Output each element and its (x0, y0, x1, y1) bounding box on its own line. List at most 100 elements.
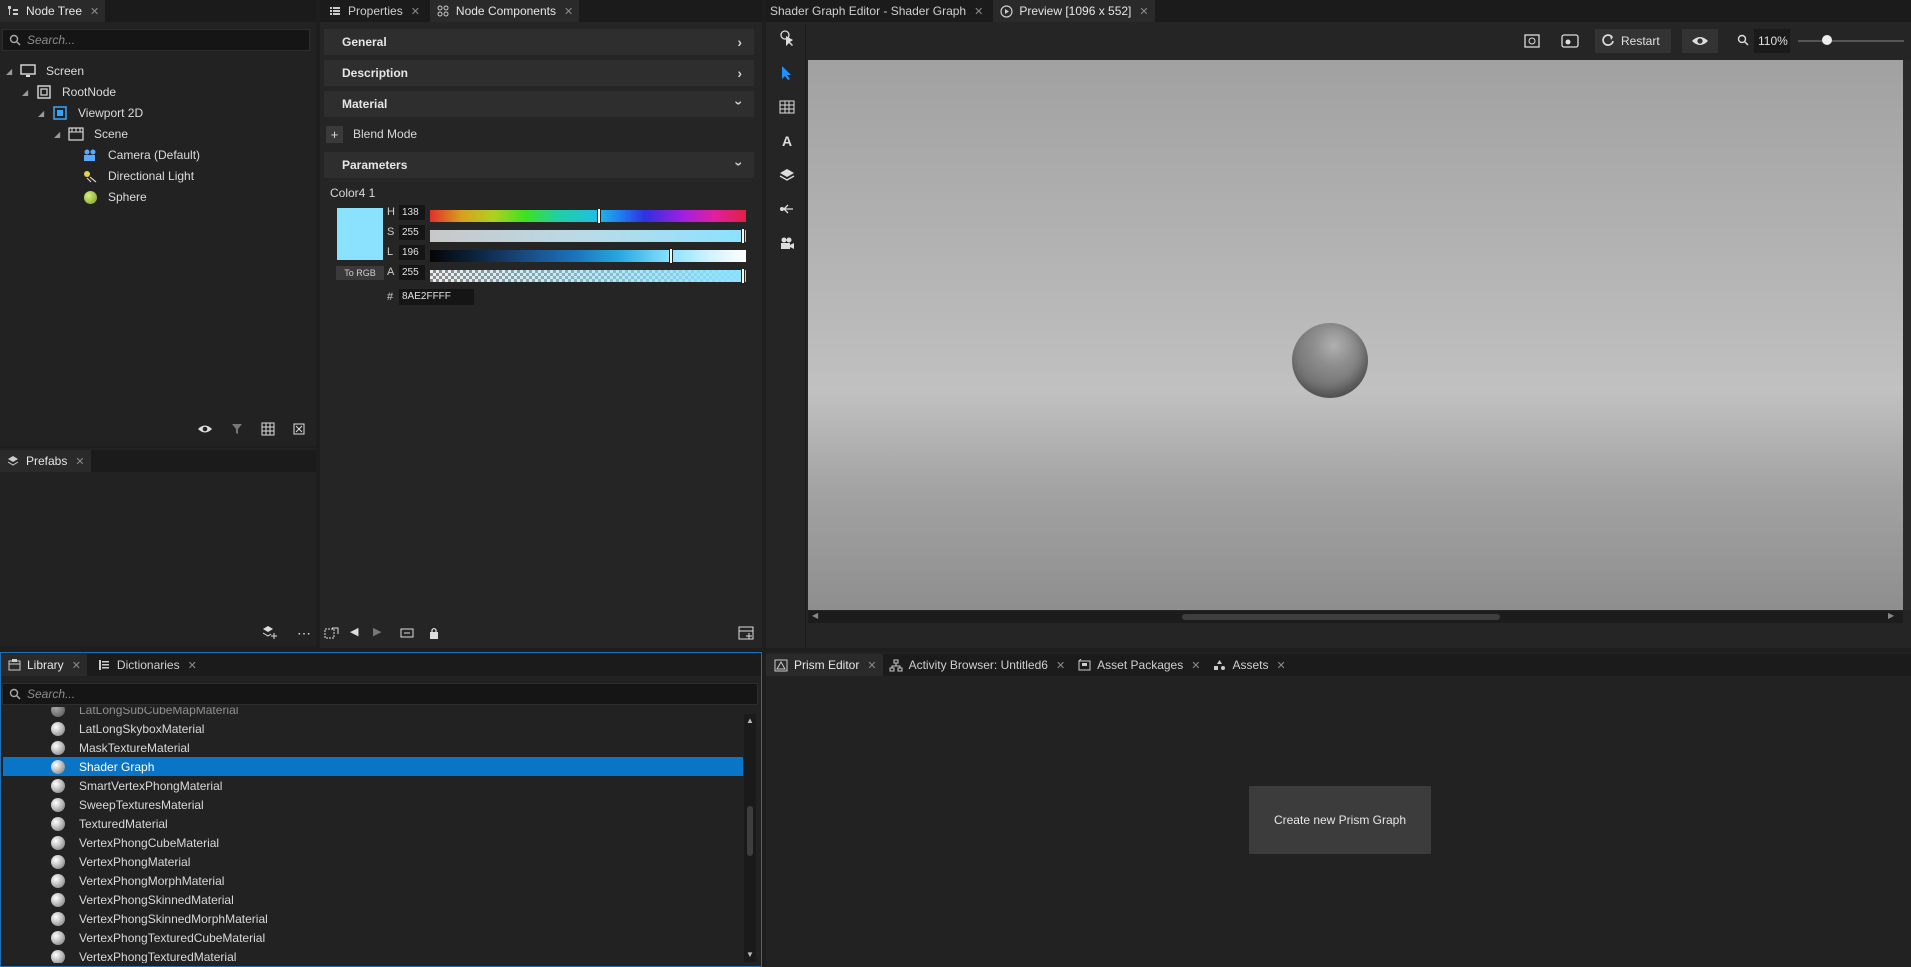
list-item[interactable]: VertexPhongTexturedCubeMaterial (3, 928, 743, 947)
layers-icon[interactable] (777, 165, 797, 185)
filter-icon[interactable] (231, 423, 243, 438)
tab-dictionaries[interactable]: Dictionaries ✕ (91, 654, 203, 676)
tree-item-sphere[interactable]: Sphere (82, 187, 147, 207)
camera-tool-icon[interactable] (777, 233, 797, 253)
node-tree-search-input[interactable]: Search... (2, 29, 310, 51)
expand-icon[interactable]: ◢ (38, 109, 48, 118)
alpha-slider[interactable] (430, 270, 746, 282)
tab-asset-packages[interactable]: Asset Packages ✕ (1071, 654, 1206, 676)
scrollbar-thumb[interactable] (1182, 614, 1500, 620)
table-icon[interactable] (777, 97, 797, 117)
close-icon[interactable]: ✕ (564, 5, 573, 18)
tab-preview[interactable]: Preview [1096 x 552] ✕ (993, 0, 1155, 22)
tab-node-components[interactable]: Node Components ✕ (429, 0, 580, 22)
tree-item-viewport[interactable]: ◢ Viewport 2D (38, 103, 143, 123)
back-icon[interactable]: ◀ (350, 625, 358, 638)
list-item[interactable]: LatLongSubCubeMapMaterial (3, 707, 743, 719)
select-target-icon[interactable] (324, 626, 340, 643)
picker-icon[interactable] (777, 28, 797, 48)
h-input[interactable]: 138 (399, 205, 425, 220)
list-item[interactable]: VertexPhongMaterial (3, 852, 743, 871)
list-item[interactable]: VertexPhongCubeMaterial (3, 833, 743, 852)
scroll-down-icon[interactable]: ▼ (746, 950, 754, 959)
tree-item-light[interactable]: Directional Light (82, 166, 194, 186)
add-blend-mode-button[interactable]: + (326, 125, 343, 143)
visibility-toggle-button[interactable] (1682, 29, 1718, 53)
close-icon[interactable]: ✕ (1191, 659, 1200, 672)
expand-icon[interactable]: ◢ (6, 67, 16, 76)
tree-item-screen[interactable]: ◢ Screen (6, 61, 84, 81)
close-icon[interactable]: ✕ (72, 659, 81, 672)
section-description[interactable]: Description › (324, 60, 754, 86)
collapse-all-icon[interactable] (293, 423, 305, 438)
scroll-up-icon[interactable]: ▲ (746, 716, 754, 725)
tab-activity-browser[interactable]: Activity Browser: Untitled6 ✕ (883, 654, 1072, 676)
text-style-icon[interactable]: A (777, 131, 797, 151)
tab-node-tree[interactable]: Node Tree ✕ (0, 0, 106, 22)
close-icon[interactable]: ✕ (90, 5, 99, 18)
list-item[interactable]: SweepTexturesMaterial (3, 795, 743, 814)
alpha-slider-handle[interactable] (741, 268, 745, 284)
list-item[interactable]: VertexPhongSkinnedMorphMaterial (3, 909, 743, 928)
lightness-slider-handle[interactable] (669, 248, 673, 264)
add-component-icon[interactable] (738, 626, 754, 643)
tab-properties[interactable]: Properties ✕ (320, 0, 426, 22)
list-item[interactable]: VertexPhongTexturedMaterial (3, 947, 743, 963)
hue-slider[interactable] (430, 210, 746, 222)
fit-icon[interactable] (400, 626, 414, 643)
forward-icon[interactable]: ▶ (373, 625, 381, 638)
list-item[interactable]: VertexPhongMorphMaterial (3, 871, 743, 890)
screenshot-icon[interactable] (1522, 31, 1542, 51)
hex-input[interactable]: 8AE2FFFF (399, 289, 474, 305)
select-arrow-icon[interactable] (777, 63, 797, 83)
close-icon[interactable]: ✕ (75, 455, 84, 468)
create-prism-graph-button[interactable]: Create new Prism Graph (1249, 786, 1431, 854)
tree-item-scene[interactable]: ◢ Scene (54, 124, 128, 144)
a-input[interactable]: 255 (399, 265, 425, 280)
saturation-slider-handle[interactable] (741, 228, 745, 244)
list-item[interactable]: SmartVertexPhongMaterial (3, 776, 743, 795)
s-input[interactable]: 255 (399, 225, 425, 240)
close-icon[interactable]: ✕ (411, 5, 420, 18)
scroll-left-icon[interactable]: ◀ (812, 611, 818, 620)
section-parameters[interactable]: Parameters › (324, 152, 754, 178)
zoom-slider-handle[interactable] (1822, 35, 1832, 45)
to-rgb-button[interactable]: To RGB (336, 266, 384, 280)
record-icon[interactable] (1558, 31, 1582, 51)
grid-icon[interactable] (261, 422, 275, 439)
section-material[interactable]: Material › (324, 91, 754, 117)
zoom-slider-track[interactable] (1798, 40, 1904, 42)
lock-icon[interactable] (428, 626, 440, 643)
section-general[interactable]: General › (324, 29, 754, 55)
tab-prefabs[interactable]: Prefabs ✕ (0, 450, 91, 472)
close-icon[interactable]: ✕ (1056, 659, 1065, 672)
scrollbar-thumb[interactable] (747, 806, 753, 856)
more-icon[interactable]: ⋯ (297, 625, 312, 642)
color-swatch[interactable] (337, 208, 383, 260)
preview-hscrollbar[interactable]: ◀ ▶ (808, 611, 1903, 623)
library-search-input[interactable]: Search... (2, 683, 758, 705)
connect-icon[interactable] (777, 199, 797, 219)
scroll-right-icon[interactable]: ▶ (1888, 611, 1894, 620)
expand-icon[interactable]: ◢ (54, 130, 64, 139)
restart-button[interactable]: Restart (1595, 29, 1671, 53)
close-icon[interactable]: ✕ (188, 659, 197, 672)
close-icon[interactable]: ✕ (974, 5, 983, 18)
tab-library[interactable]: Library ✕ (1, 654, 87, 676)
library-scrollbar[interactable]: ▲ ▼ (744, 714, 756, 962)
tree-item-rootnode[interactable]: ◢ RootNode (22, 82, 116, 102)
visibility-icon[interactable] (197, 422, 213, 438)
saturation-slider[interactable] (430, 230, 746, 242)
list-item[interactable]: TexturedMaterial (3, 814, 743, 833)
list-item[interactable]: MaskTextureMaterial (3, 738, 743, 757)
add-prefab-icon[interactable] (262, 625, 278, 642)
hue-slider-handle[interactable] (597, 208, 601, 224)
close-icon[interactable]: ✕ (1139, 5, 1148, 18)
list-item[interactable]: VertexPhongSkinnedMaterial (3, 890, 743, 909)
list-item-selected[interactable]: Shader Graph (3, 757, 743, 776)
tree-item-camera[interactable]: Camera (Default) (82, 145, 200, 165)
l-input[interactable]: 196 (399, 245, 425, 260)
close-icon[interactable]: ✕ (1276, 659, 1285, 672)
list-item[interactable]: LatLongSkyboxMaterial (3, 719, 743, 738)
tab-shader-graph-editor[interactable]: Shader Graph Editor - Shader Graph ✕ (766, 0, 989, 22)
